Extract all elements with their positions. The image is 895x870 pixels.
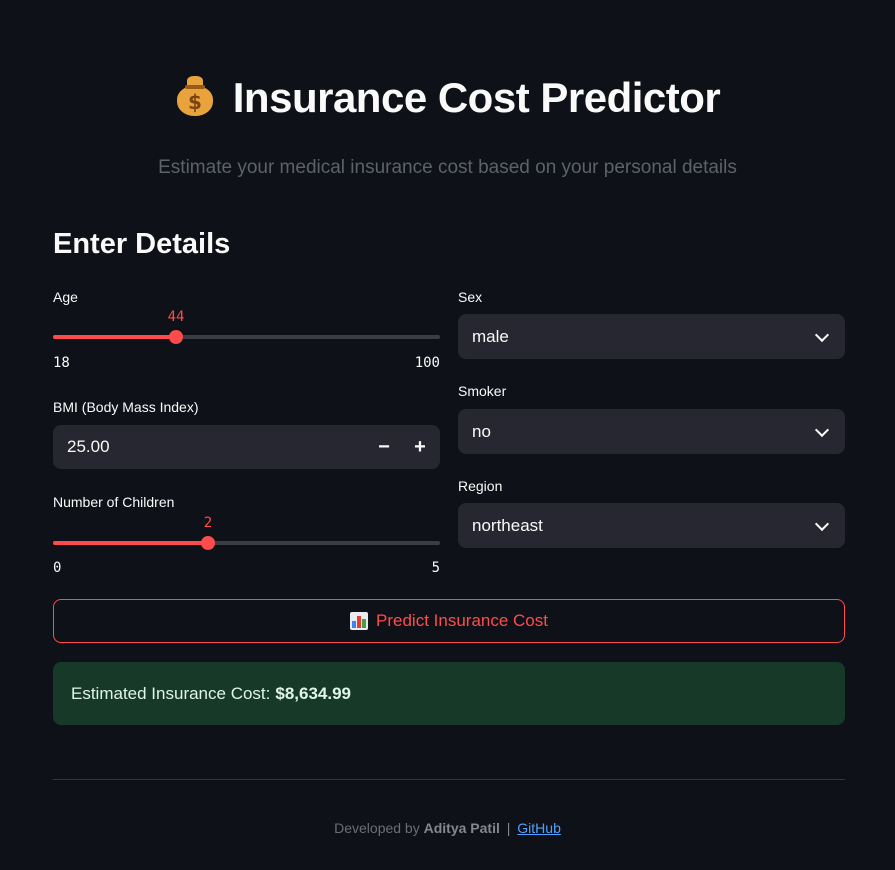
section-heading: Enter Details — [53, 228, 231, 260]
sex-select[interactable]: male — [458, 314, 845, 359]
footer: Developed by Aditya Patil | GitHub — [0, 820, 895, 836]
page-title-text: Insurance Cost Predictor — [232, 74, 721, 121]
children-slider-fill — [53, 541, 208, 545]
region-select-value: northeast — [472, 515, 543, 535]
github-link[interactable]: GitHub — [517, 820, 561, 836]
age-slider-thumb[interactable] — [169, 330, 183, 344]
bmi-input[interactable]: 25.00 — [67, 425, 110, 469]
chevron-down-icon — [814, 516, 830, 531]
footer-author: Aditya Patil — [423, 820, 500, 836]
age-min: 18 — [53, 355, 70, 371]
page-title: $ Insurance Cost Predictor — [0, 74, 895, 122]
children-min: 0 — [53, 560, 62, 576]
chevron-down-icon — [814, 422, 830, 437]
footer-prefix: Developed by — [334, 820, 420, 836]
children-label: Number of Children — [53, 494, 175, 510]
chevron-down-icon — [814, 327, 830, 342]
age-label: Age — [53, 289, 78, 305]
predict-button[interactable]: Predict Insurance Cost — [53, 599, 845, 643]
age-slider[interactable]: 44 — [53, 309, 440, 344]
smoker-select-value: no — [472, 421, 491, 441]
age-slider-value: 44 — [167, 309, 185, 325]
children-slider-value: 2 — [203, 515, 213, 531]
children-max: 5 — [431, 560, 440, 576]
bar-chart-icon — [350, 612, 369, 630]
smoker-label: Smoker — [458, 383, 507, 399]
result-prefix: Estimated Insurance Cost: — [71, 683, 271, 703]
bmi-decrement-button[interactable]: − — [366, 425, 402, 469]
region-select[interactable]: northeast — [458, 503, 845, 548]
sex-select-value: male — [472, 326, 509, 346]
bmi-label: BMI (Body Mass Index) — [53, 399, 199, 415]
sex-label: Sex — [458, 289, 483, 305]
bmi-stepper: 25.00 − + — [53, 425, 440, 469]
region-label: Region — [458, 478, 503, 494]
bmi-increment-button[interactable]: + — [402, 425, 438, 469]
smoker-select[interactable]: no — [458, 409, 845, 454]
age-max: 100 — [414, 355, 440, 371]
app-page: $ Insurance Cost Predictor Estimate your… — [0, 0, 895, 870]
footer-separator: | — [506, 820, 511, 836]
divider — [53, 779, 845, 780]
children-slider[interactable]: 2 — [53, 515, 440, 550]
page-subtitle: Estimate your medical insurance cost bas… — [158, 157, 737, 178]
money-bag-icon: $ — [175, 74, 215, 116]
result-value: $8,634.99 — [275, 683, 352, 703]
predict-button-label: Predict Insurance Cost — [376, 611, 548, 630]
age-slider-fill — [53, 335, 176, 339]
children-slider-thumb[interactable] — [201, 536, 215, 550]
result-alert: Estimated Insurance Cost: $8,634.99 — [53, 662, 845, 725]
